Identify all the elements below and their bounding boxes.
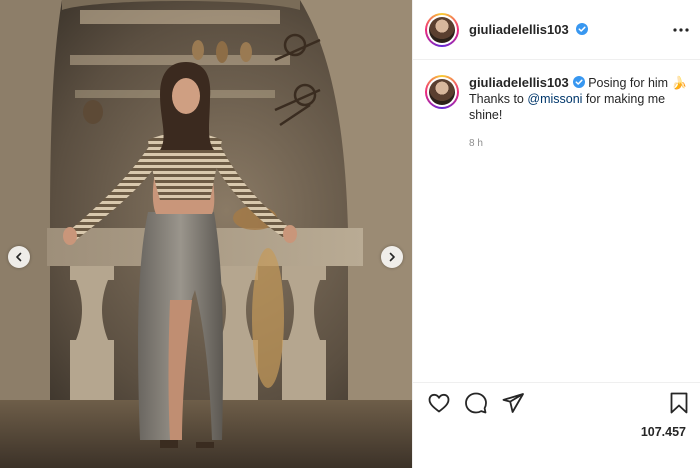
caption-username-link[interactable]: giuliadelellis103 bbox=[469, 75, 585, 90]
instagram-post: giuliadelellis103 giuliadelellis103 Posi… bbox=[0, 0, 700, 468]
comment-icon[interactable] bbox=[464, 391, 488, 415]
heart-icon[interactable] bbox=[427, 391, 451, 415]
post-media[interactable] bbox=[0, 0, 412, 468]
mention-link[interactable]: @missoni bbox=[527, 92, 582, 106]
carousel-prev-button[interactable] bbox=[8, 246, 30, 268]
post-timestamp[interactable]: 8 h bbox=[469, 136, 691, 152]
caption-username: giuliadelellis103 bbox=[469, 75, 569, 90]
chevron-left-icon bbox=[16, 252, 22, 262]
author-avatar[interactable] bbox=[425, 12, 459, 47]
caption-line-1: Posing for him bbox=[588, 76, 669, 90]
more-horizontal-icon bbox=[673, 28, 689, 32]
avatar-image bbox=[429, 79, 455, 105]
bookmark-icon[interactable] bbox=[667, 391, 691, 415]
caption-body: giuliadelellis103 Posing for him 🍌 Thank… bbox=[469, 75, 691, 152]
post-side-panel: giuliadelellis103 giuliadelellis103 Posi… bbox=[412, 0, 700, 468]
verified-badge-icon bbox=[572, 76, 585, 88]
post-photo bbox=[0, 0, 412, 468]
post-caption: giuliadelellis103 Posing for him 🍌 Thank… bbox=[425, 75, 693, 152]
likes-count[interactable]: 107.457 bbox=[641, 425, 686, 439]
avatar-image bbox=[429, 16, 455, 43]
caption-author-avatar[interactable] bbox=[425, 75, 459, 109]
banana-emoji: 🍌 bbox=[671, 76, 688, 90]
verified-badge-icon bbox=[576, 23, 589, 35]
author-username: giuliadelellis103 bbox=[469, 22, 569, 37]
post-header: giuliadelellis103 bbox=[413, 0, 700, 60]
paper-plane-icon[interactable] bbox=[501, 391, 525, 415]
chevron-right-icon bbox=[389, 252, 395, 262]
carousel-next-button[interactable] bbox=[381, 246, 403, 268]
more-options-button[interactable] bbox=[673, 22, 689, 38]
author-username-link[interactable]: giuliadelellis103 bbox=[469, 22, 589, 37]
caption-thanks: Thanks to bbox=[469, 92, 528, 106]
post-actions: 107.457 bbox=[413, 382, 700, 468]
action-row bbox=[427, 391, 525, 415]
caption-text: giuliadelellis103 Posing for him 🍌 Thank… bbox=[469, 75, 691, 123]
